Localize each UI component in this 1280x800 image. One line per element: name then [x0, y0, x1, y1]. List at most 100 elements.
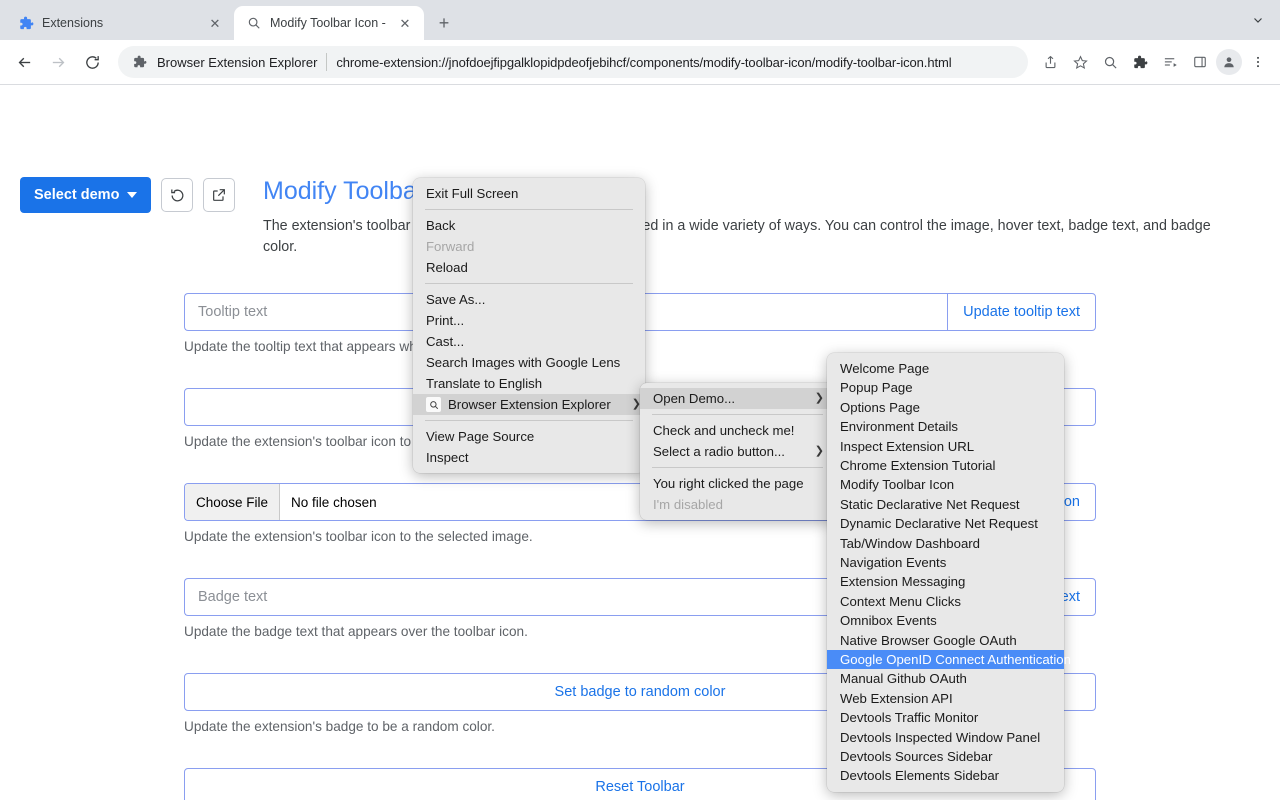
menu-item-devtools-traffic-monitor[interactable]: Devtools Traffic Monitor: [827, 708, 1064, 727]
forward-icon: [42, 46, 74, 78]
menu-item-modify-toolbar-icon[interactable]: Modify Toolbar Icon: [827, 475, 1064, 494]
menu-item-web-extension-api[interactable]: Web Extension API: [827, 689, 1064, 708]
magnifier-icon: [246, 15, 262, 31]
select-demo-label: Select demo: [34, 187, 119, 203]
extensions-puzzle-icon: [132, 54, 148, 70]
menu-separator: [652, 467, 823, 468]
demo-controls: Select demo: [20, 177, 235, 213]
browser-tab-modify-toolbar-icon[interactable]: Modify Toolbar Icon - Browser E ✕: [234, 6, 424, 40]
menu-item-label: Devtools Traffic Monitor: [840, 711, 1053, 724]
menu-item-devtools-inspected-window-panel[interactable]: Devtools Inspected Window Panel: [827, 727, 1064, 746]
menu-item-label: You right clicked the page: [653, 477, 824, 490]
menu-item-label: Cast...: [426, 335, 634, 348]
menu-item-label: I'm disabled: [653, 498, 824, 511]
menu-item-navigation-events[interactable]: Navigation Events: [827, 553, 1064, 572]
menu-item-search-images-with-google-lens[interactable]: Search Images with Google Lens: [413, 352, 645, 373]
menu-item-label: Extension Messaging: [840, 575, 1053, 588]
menu-item-you-right-clicked-the-page[interactable]: You right clicked the page: [640, 473, 835, 494]
menu-item-environment-details[interactable]: Environment Details: [827, 417, 1064, 436]
reload-icon[interactable]: [76, 46, 108, 78]
share-icon[interactable]: [1036, 48, 1064, 76]
file-status-label: No file chosen: [280, 484, 388, 520]
menu-item-browser-extension-explorer[interactable]: Browser Extension Explorer❯: [413, 394, 645, 415]
omnibox-url-text[interactable]: chrome-extension://jnofdoejfipgalklopidp…: [336, 55, 1014, 70]
choose-file-button[interactable]: Choose File: [185, 484, 280, 520]
menu-item-view-page-source[interactable]: View Page Source: [413, 426, 645, 447]
tab-search-chevron-down-icon[interactable]: [1236, 0, 1280, 40]
chevron-down-icon: [127, 192, 137, 198]
new-tab-button[interactable]: +: [430, 9, 458, 37]
menu-item-translate-to-english[interactable]: Translate to English: [413, 373, 645, 394]
side-panel-icon[interactable]: [1186, 48, 1214, 76]
reload-demo-button[interactable]: [161, 178, 193, 212]
menu-item-label: Google OpenID Connect Authentication: [840, 653, 1071, 666]
close-icon[interactable]: ✕: [396, 14, 414, 32]
context-menu-demo-list[interactable]: Welcome Page Popup Page Options Page Enviro…: [827, 353, 1064, 792]
open-in-new-tab-button[interactable]: [203, 178, 235, 212]
menu-item-devtools-elements-sidebar[interactable]: Devtools Elements Sidebar: [827, 766, 1064, 785]
menu-item-open-demo[interactable]: Open Demo... ❯: [640, 388, 835, 409]
update-tooltip-text-button[interactable]: Update tooltip text: [947, 293, 1096, 331]
menu-item-welcome-page[interactable]: Welcome Page: [827, 359, 1064, 378]
menu-item-tab-window-dashboard[interactable]: Tab/Window Dashboard: [827, 534, 1064, 553]
menu-separator: [425, 420, 633, 421]
back-icon[interactable]: [8, 46, 40, 78]
menu-item-label: View Page Source: [426, 430, 634, 443]
menu-item-check-and-uncheck-me[interactable]: Check and uncheck me!: [640, 420, 835, 441]
menu-item-label: Translate to English: [426, 377, 634, 390]
menu-item-label: Modify Toolbar Icon: [840, 478, 1053, 491]
menu-item-label: Open Demo...: [653, 392, 794, 405]
menu-item-label: Devtools Inspected Window Panel: [840, 731, 1053, 744]
context-menu-extension-submenu[interactable]: Open Demo... ❯ Check and uncheck me!Select…: [640, 383, 835, 520]
menu-item-label: Manual Github OAuth: [840, 672, 1053, 685]
menu-item-label: Search Images with Google Lens: [426, 356, 634, 369]
bookmark-star-icon[interactable]: [1066, 48, 1094, 76]
menu-item-chrome-extension-tutorial[interactable]: Chrome Extension Tutorial: [827, 456, 1064, 475]
menu-item-devtools-sources-sidebar[interactable]: Devtools Sources Sidebar: [827, 747, 1064, 766]
menu-item-select-a-radio-button[interactable]: Select a radio button...❯: [640, 441, 835, 462]
menu-item-label: Dynamic Declarative Net Request: [840, 517, 1053, 530]
menu-item-save-as[interactable]: Save As...: [413, 289, 645, 310]
profile-avatar-icon[interactable]: [1216, 49, 1242, 75]
menu-item-omnibox-events[interactable]: Omnibox Events: [827, 611, 1064, 630]
menu-item-label: Web Extension API: [840, 692, 1053, 705]
menu-item-label: Context Menu Clicks: [840, 595, 1053, 608]
menu-item-reload[interactable]: Reload: [413, 257, 645, 278]
select-demo-button[interactable]: Select demo: [20, 177, 151, 213]
close-icon[interactable]: ✕: [206, 14, 224, 32]
menu-item-options-page[interactable]: Options Page: [827, 398, 1064, 417]
menu-item-manual-github-oauth[interactable]: Manual Github OAuth: [827, 669, 1064, 688]
omnibox-divider: [326, 53, 327, 71]
menu-item-label: Options Page: [840, 401, 1053, 414]
menu-item-exit-full-screen[interactable]: Exit Full Screen: [413, 183, 645, 204]
menu-item-label: Chrome Extension Tutorial: [840, 459, 1053, 472]
menu-item-label: Omnibox Events: [840, 614, 1053, 627]
chevron-right-icon: ❯: [801, 393, 824, 404]
menu-item-dynamic-declarative-net-request[interactable]: Dynamic Declarative Net Request: [827, 514, 1064, 533]
context-menu-main[interactable]: Exit Full ScreenBackForwardReloadSave As…: [413, 178, 645, 473]
search-icon[interactable]: [1096, 48, 1124, 76]
page-title: Modify Toolbar Icon: [263, 177, 1228, 206]
menu-item-static-declarative-net-request[interactable]: Static Declarative Net Request: [827, 495, 1064, 514]
more-menu-icon[interactable]: [1244, 48, 1272, 76]
extension-puzzle-icon: [18, 15, 34, 31]
menu-item-google-openid-connect-authentication[interactable]: Google OpenID Connect Authentication: [827, 650, 1064, 669]
menu-item-extension-messaging[interactable]: Extension Messaging: [827, 572, 1064, 591]
menu-item-back[interactable]: Back: [413, 215, 645, 236]
menu-item-context-menu-clicks[interactable]: Context Menu Clicks: [827, 592, 1064, 611]
menu-item-inspect-extension-url[interactable]: Inspect Extension URL: [827, 437, 1064, 456]
menu-item-popup-page[interactable]: Popup Page: [827, 378, 1064, 397]
menu-item-cast[interactable]: Cast...: [413, 331, 645, 352]
menu-item-label: Navigation Events: [840, 556, 1053, 569]
omnibox[interactable]: Browser Extension Explorer chrome-extens…: [118, 46, 1028, 78]
extensions-icon[interactable]: [1126, 48, 1154, 76]
menu-item-print[interactable]: Print...: [413, 310, 645, 331]
menu-item-label: Exit Full Screen: [426, 187, 634, 200]
menu-item-label: Environment Details: [840, 420, 1053, 433]
menu-item-inspect[interactable]: Inspect: [413, 447, 645, 468]
browser-tab-title: Modify Toolbar Icon - Browser E: [270, 16, 388, 30]
menu-item-label: Welcome Page: [840, 362, 1053, 375]
menu-item-native-browser-google-oauth[interactable]: Native Browser Google OAuth: [827, 630, 1064, 649]
reading-list-icon[interactable]: [1156, 48, 1184, 76]
browser-tab-extensions[interactable]: Extensions ✕: [6, 6, 234, 40]
